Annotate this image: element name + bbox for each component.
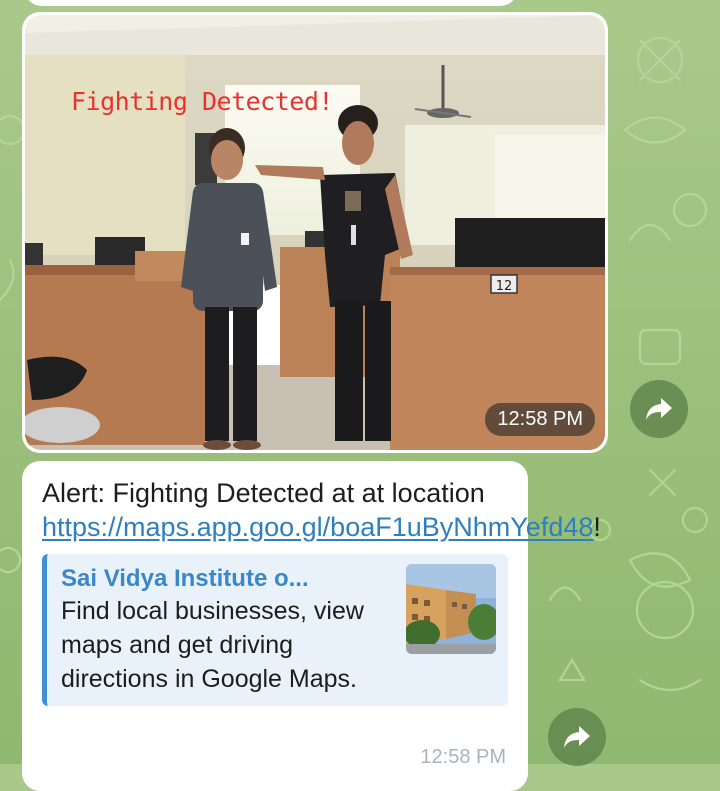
campus-thumbnail-image — [406, 564, 496, 654]
cctv-photo[interactable]: 12 Fighting Detected! 12:58 PM — [25, 15, 605, 450]
desk-number-tag: 12 — [496, 279, 513, 294]
maps-link[interactable]: https://maps.app.goo.gl/boaF1uByNhmYefd4… — [42, 512, 593, 542]
alert-message-body: Alert: Fighting Detected at at location — [42, 478, 485, 508]
previous-message-bubble — [24, 0, 518, 6]
text-timestamp: 12:58 PM — [420, 746, 506, 768]
link-preview-title: Sai Vidya Institute o... — [61, 565, 309, 592]
link-preview-description: Find local businesses, view maps and get… — [61, 597, 364, 693]
image-message-bubble[interactable]: 12 Fighting Detected! 12:58 PM — [22, 12, 608, 453]
forward-arrow-icon — [564, 726, 590, 748]
forward-image-button[interactable] — [630, 380, 688, 438]
office-scene-image: 12 — [25, 15, 605, 450]
forward-arrow-icon — [646, 398, 672, 420]
image-timestamp: 12:58 PM — [485, 403, 595, 436]
alert-message-bubble[interactable]: Alert: Fighting Detected at at location … — [22, 461, 601, 791]
forward-text-button[interactable] — [548, 708, 606, 766]
fighting-detected-overlay: Fighting Detected! — [71, 87, 333, 116]
link-preview-card[interactable]: Sai Vidya Institute o... Find local busi… — [42, 554, 508, 706]
link-preview-thumbnail — [406, 564, 496, 654]
alert-message-suffix: ! — [593, 512, 601, 542]
alert-message-text: Alert: Fighting Detected at at location … — [42, 476, 601, 544]
